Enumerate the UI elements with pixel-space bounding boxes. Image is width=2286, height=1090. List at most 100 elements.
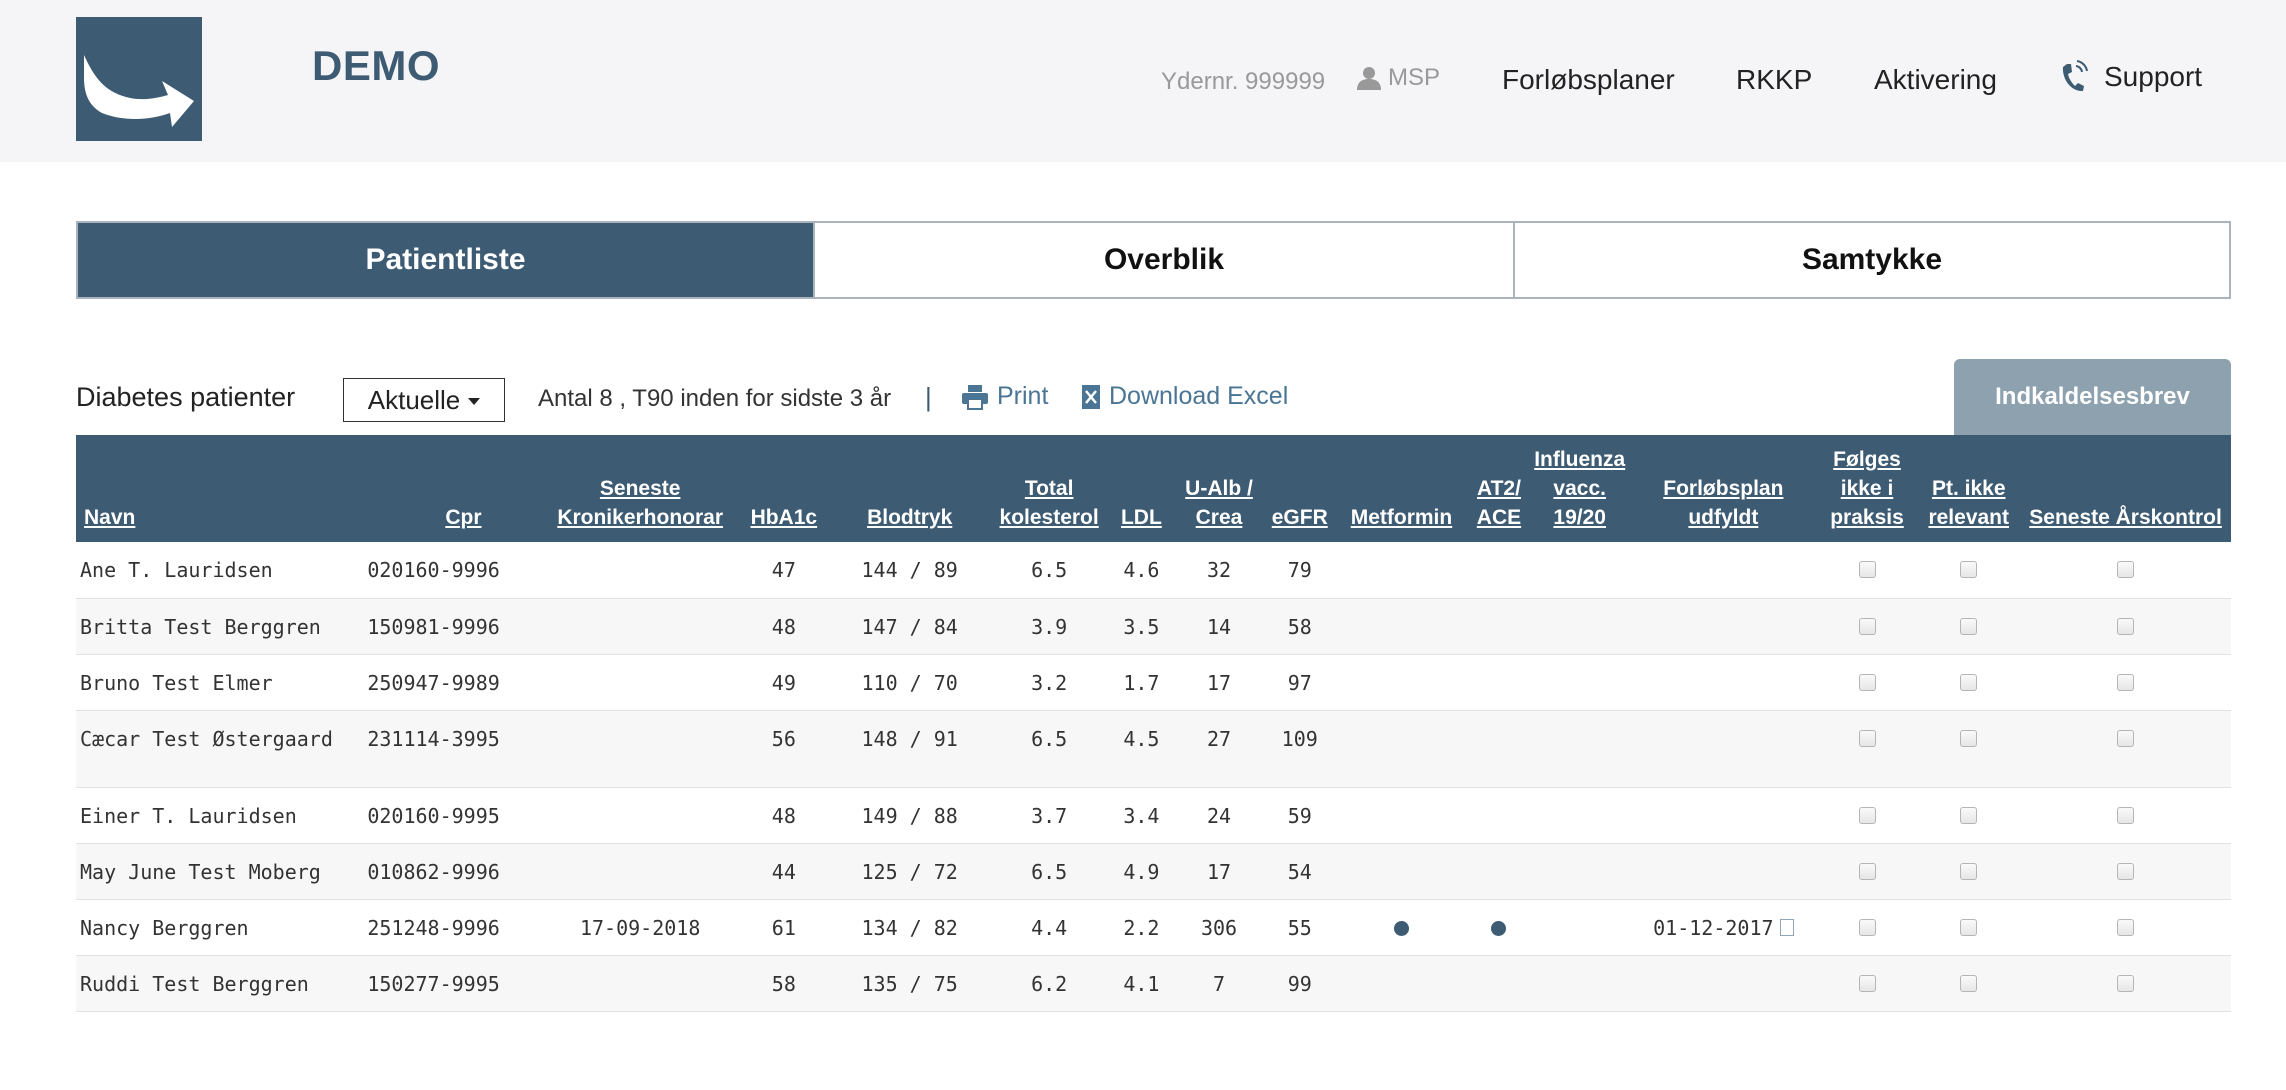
filter-dropdown[interactable]: Aktuelle bbox=[343, 378, 505, 422]
ikke-relevant-checkbox[interactable] bbox=[1960, 974, 1978, 992]
egfr-cell: 99 bbox=[1287, 971, 1312, 996]
egfr-cell: 59 bbox=[1287, 803, 1312, 828]
at2-ace-cell bbox=[1469, 542, 1530, 598]
ualb-cell: 17 bbox=[1206, 859, 1232, 884]
ikke-relevant-checkbox[interactable] bbox=[1960, 918, 1978, 936]
hba1c-cell: 56 bbox=[771, 726, 796, 751]
at2-ace-cell bbox=[1469, 598, 1530, 654]
honorar-cell bbox=[544, 542, 737, 598]
logo[interactable] bbox=[76, 17, 202, 141]
blodtryk-cell: 110 / 70 bbox=[861, 670, 958, 695]
influenza-cell bbox=[1529, 955, 1630, 1011]
ikke-relevant-checkbox[interactable] bbox=[1960, 673, 1978, 691]
ikke-relevant-checkbox[interactable] bbox=[1960, 561, 1978, 578]
hba1c-cell: 49 bbox=[771, 670, 796, 695]
caret-down-icon bbox=[468, 398, 481, 405]
col-hba1c[interactable]: HbA1c bbox=[737, 435, 831, 542]
col-navn[interactable]: Navn bbox=[76, 435, 363, 542]
col-metformin[interactable]: Metformin bbox=[1334, 435, 1468, 542]
patient-name[interactable]: Britta Test Berggren bbox=[76, 598, 363, 654]
user-menu[interactable]: MSP bbox=[1356, 64, 1440, 92]
col-influenza[interactable]: Influenza vacc. 19/20 bbox=[1529, 435, 1630, 542]
ikke-relevant-checkbox[interactable] bbox=[1960, 862, 1978, 880]
folges-ikke-checkbox[interactable] bbox=[1858, 974, 1876, 992]
col-blodtryk[interactable]: Blodtryk bbox=[831, 435, 988, 542]
col-ualb[interactable]: U-Alb / Crea bbox=[1173, 435, 1265, 542]
arskontrol-checkbox[interactable] bbox=[2117, 974, 2135, 992]
patient-name[interactable]: Cæcar Test Østergaard bbox=[76, 710, 363, 787]
folges-ikke-checkbox[interactable] bbox=[1858, 918, 1876, 936]
col-egfr[interactable]: eGFR bbox=[1265, 435, 1334, 542]
printer-icon bbox=[962, 384, 988, 410]
arskontrol-checkbox[interactable] bbox=[2117, 617, 2135, 635]
arskontrol-checkbox[interactable] bbox=[2117, 918, 2135, 936]
nav-support[interactable]: Support bbox=[2058, 60, 2202, 94]
patient-name[interactable]: May June Test Moberg bbox=[76, 843, 363, 899]
indkaldelsesbrev-button[interactable]: Indkaldelsesbrev bbox=[1954, 359, 2231, 435]
folges-ikke-checkbox[interactable] bbox=[1858, 806, 1876, 824]
tab-samtykke[interactable]: Samtykke bbox=[1513, 223, 2229, 297]
tab-overblik[interactable]: Overblik bbox=[813, 223, 1513, 297]
col-kolesterol[interactable]: Total kolesterol bbox=[988, 435, 1110, 542]
patient-name[interactable]: Nancy Berggren bbox=[76, 899, 363, 955]
arskontrol-cell bbox=[2020, 542, 2231, 598]
influenza-cell bbox=[1529, 787, 1630, 843]
support-label: Support bbox=[2104, 61, 2203, 92]
col-cpr[interactable]: Cpr bbox=[363, 435, 543, 542]
ikke-relevant-cell bbox=[1917, 542, 2020, 598]
tab-patientliste[interactable]: Patientliste bbox=[78, 223, 813, 297]
folges-ikke-cell bbox=[1817, 899, 1918, 955]
ikke-relevant-checkbox[interactable] bbox=[1960, 806, 1978, 824]
ydernr-label: Ydernr. 999999 bbox=[1161, 68, 1326, 95]
folges-ikke-cell bbox=[1817, 843, 1918, 899]
egfr-cell: 54 bbox=[1287, 859, 1312, 884]
arskontrol-checkbox[interactable] bbox=[2117, 673, 2135, 691]
folges-ikke-checkbox[interactable] bbox=[1858, 561, 1876, 578]
download-excel-link[interactable]: Download Excel bbox=[1081, 382, 1288, 411]
arskontrol-checkbox[interactable] bbox=[2117, 806, 2135, 824]
nav-rkkp[interactable]: RKKP bbox=[1736, 64, 1812, 96]
col-ikke-relevant[interactable]: Pt. ikke relevant bbox=[1917, 435, 2020, 542]
patient-name[interactable]: Ruddi Test Berggren bbox=[76, 955, 363, 1011]
arskontrol-checkbox[interactable] bbox=[2117, 862, 2135, 880]
folges-ikke-checkbox[interactable] bbox=[1858, 729, 1876, 747]
egfr-cell: 55 bbox=[1287, 915, 1312, 940]
patient-name[interactable]: Einer T. Lauridsen bbox=[76, 787, 363, 843]
ikke-relevant-checkbox[interactable] bbox=[1960, 617, 1978, 635]
ikke-relevant-cell bbox=[1917, 787, 2020, 843]
kolesterol-cell: 6.5 bbox=[1031, 726, 1068, 751]
print-link[interactable]: Print bbox=[961, 382, 1048, 411]
cpr-cell: 251248-9996 bbox=[367, 915, 500, 940]
col-ldl[interactable]: LDL bbox=[1110, 435, 1173, 542]
ldl-cell: 4.1 bbox=[1123, 971, 1160, 996]
arskontrol-cell bbox=[2020, 710, 2231, 787]
folges-ikke-checkbox[interactable] bbox=[1858, 617, 1876, 635]
col-arskontrol[interactable]: Seneste Årskontrol bbox=[2020, 435, 2231, 542]
patient-name[interactable]: Ane T. Lauridsen bbox=[76, 542, 363, 598]
arskontrol-checkbox[interactable] bbox=[2117, 561, 2135, 578]
patient-name[interactable]: Bruno Test Elmer bbox=[76, 654, 363, 710]
col-forlobsplan[interactable]: Forløbsplan udfyldt bbox=[1630, 435, 1817, 542]
col-folges-ikke[interactable]: Følges ikke i praksis bbox=[1817, 435, 1918, 542]
nav-forlobsplaner[interactable]: Forløbsplaner bbox=[1502, 64, 1675, 96]
folges-ikke-checkbox[interactable] bbox=[1858, 673, 1876, 691]
blodtryk-cell: 148 / 91 bbox=[861, 726, 958, 751]
pdf-icon[interactable] bbox=[1779, 918, 1794, 936]
metformin-cell bbox=[1334, 955, 1468, 1011]
hba1c-cell: 47 bbox=[771, 558, 796, 582]
col-kronikerhonorar[interactable]: Seneste Kronikerhonorar bbox=[544, 435, 737, 542]
arskontrol-checkbox[interactable] bbox=[2117, 729, 2135, 747]
nav-aktivering[interactable]: Aktivering bbox=[1874, 64, 1997, 96]
at2-ace-cell bbox=[1469, 710, 1530, 787]
forlobsplan-cell[interactable]: 01-12-2017 bbox=[1630, 899, 1817, 955]
col-at2-ace[interactable]: AT2/ ACE bbox=[1469, 435, 1530, 542]
ikke-relevant-cell bbox=[1917, 899, 2020, 955]
ldl-cell: 4.9 bbox=[1123, 859, 1160, 884]
forlobsplan-date[interactable]: 01-12-2017 bbox=[1653, 916, 1773, 940]
ikke-relevant-checkbox[interactable] bbox=[1960, 729, 1978, 747]
folges-ikke-checkbox[interactable] bbox=[1858, 862, 1876, 880]
user-name: MSP bbox=[1388, 64, 1441, 91]
honorar-cell bbox=[544, 787, 737, 843]
forlobsplan-cell bbox=[1630, 654, 1817, 710]
top-header: DEMO Ydernr. 999999 MSP Forløbsplaner RK… bbox=[0, 0, 2286, 162]
